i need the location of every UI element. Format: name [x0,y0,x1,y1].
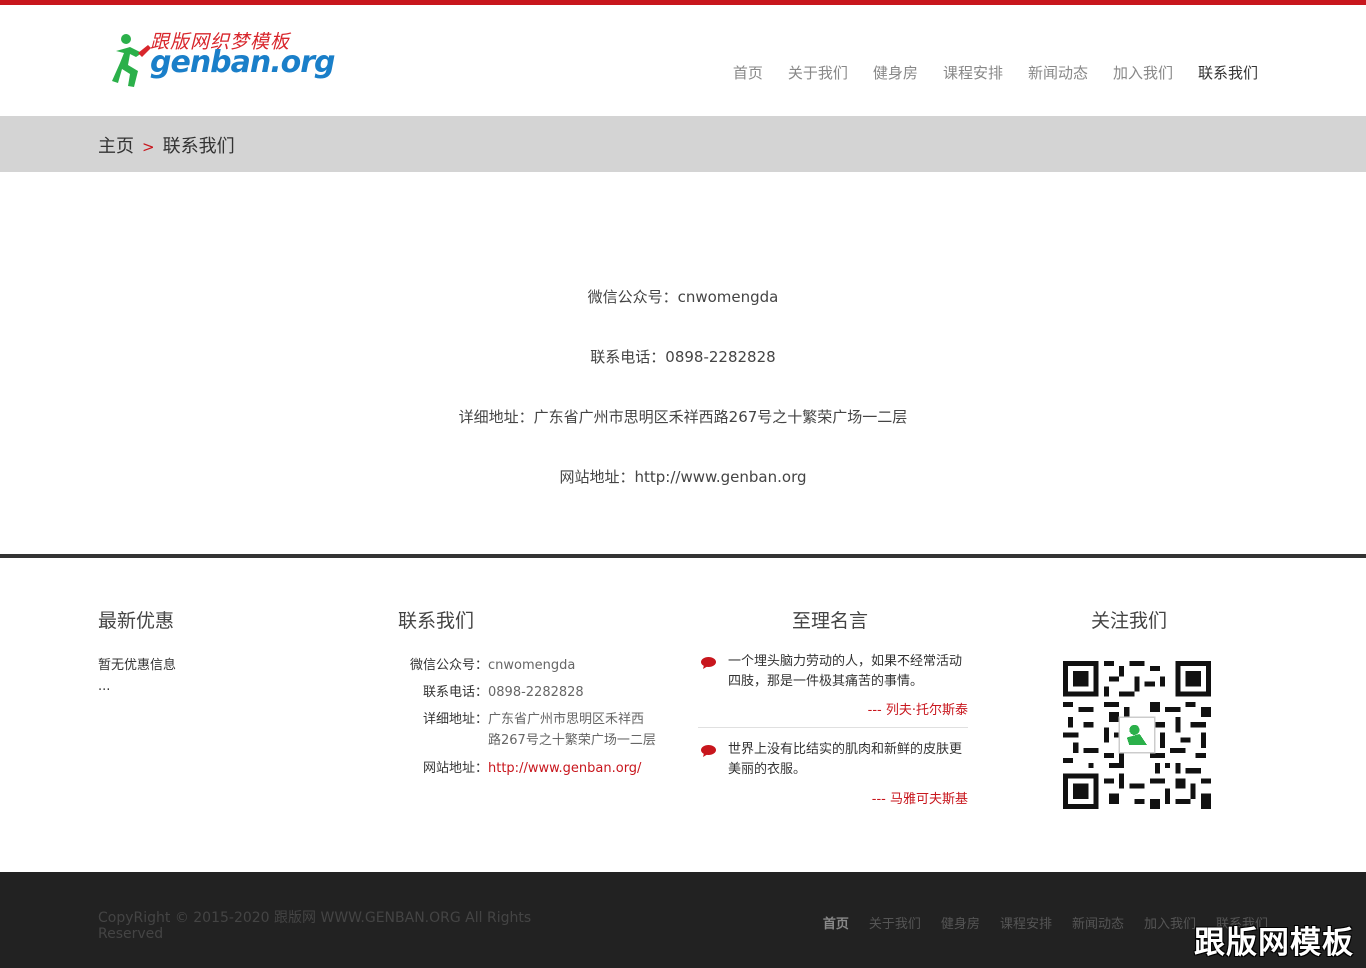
phone-info: 联系电话：0898-2282828 [590,348,776,366]
watermark-text: 跟版网模板 [1194,925,1354,961]
nav-item-join[interactable]: 加入我们 [1113,62,1173,83]
nav-item-about[interactable]: 关于我们 [788,62,848,83]
quote-item: 一个埋头脑力劳动的人，如果不经常活动四肢，那是一件极其痛苦的事情。 --- 列夫… [698,652,968,718]
contact-wechat-row: 微信公众号：cnwomengda [398,654,575,673]
site-header: 跟版网织梦模板 genban.org 首页 关于我们 健身房 课程安排 新闻动态… [0,5,1366,116]
contact-phone-value: 0898-2282828 [488,685,584,700]
footer-nav-join[interactable]: 加入我们 [1144,913,1196,932]
contact-title: 联系我们 [398,610,475,632]
footer-nav-news[interactable]: 新闻动态 [1072,913,1124,932]
logo-english-text: genban.org [150,45,336,80]
quotes-title: 至理名言 [792,610,869,632]
nav-item-home[interactable]: 首页 [733,62,763,83]
copyright-text: CopyRight © 2015-2020 跟版网 WWW.GENBAN.ORG… [98,910,532,942]
nav-item-contact[interactable]: 联系我们 [1198,62,1258,83]
main-nav: 首页 关于我们 健身房 课程安排 新闻动态 加入我们 联系我们 [708,62,1258,83]
contact-wechat-label: 微信公众号： [409,658,488,673]
quote-divider [698,727,968,728]
qr-code-icon [1063,661,1211,809]
nav-item-news[interactable]: 新闻动态 [1028,62,1088,83]
runner-logo-icon [112,34,151,87]
contact-phone-label: 联系电话： [422,685,488,700]
contact-address-line1: 广东省广州市思明区禾祥西 [488,712,645,727]
footer-nav-about[interactable]: 关于我们 [869,913,921,932]
nav-item-schedule[interactable]: 课程安排 [943,62,1003,83]
footer-nav-gym[interactable]: 健身房 [941,913,980,932]
quote-item: 世界上没有比结实的肌肉和新鲜的皮肤更美丽的衣服。 --- 马雅可夫斯基 [698,740,968,807]
breadcrumb-separator: > [142,138,155,156]
breadcrumb: 主页 > 联系我们 [98,132,235,158]
address-info: 详细地址：广东省广州市思明区禾祥西路267号之十繁荣广场一二层 [458,408,908,426]
quote-text: 世界上没有比结实的肌肉和新鲜的皮肤更美丽的衣服。 [728,742,963,777]
site-footer: CopyRight © 2015-2020 跟版网 WWW.GENBAN.ORG… [0,872,1366,968]
follow-title: 关注我们 [1091,610,1168,632]
contact-website-label: 网站地址： [422,761,488,776]
breadcrumb-current[interactable]: 联系我们 [163,136,235,157]
offers-title: 最新优惠 [98,610,175,632]
footer-widgets: 最新优惠 暂无优惠信息 ... 联系我们 微信公众号：cnwomengda 联系… [0,558,1366,872]
speech-bubble-icon [701,657,716,669]
contact-address-line2: 路267号之十繁荣广场一二层 [488,733,656,748]
contact-website-link[interactable]: http://www.genban.org/ [488,761,641,776]
contact-website-row: 网站地址：http://www.genban.org/ [398,757,641,776]
contact-address-label: 详细地址： [422,712,488,727]
contact-address-row: 详细地址：广东省广州市思明区禾祥西 [398,708,644,727]
nav-item-gym[interactable]: 健身房 [873,62,918,83]
quote-author: --- 列夫·托尔斯泰 [867,703,968,718]
website-info: 网站地址：http://www.genban.org [559,468,807,486]
contact-content: 微信公众号：cnwomengda 联系电话：0898-2282828 详细地址：… [0,172,1366,554]
footer-nav-schedule[interactable]: 课程安排 [1000,913,1052,932]
speech-bubble-icon [701,745,716,757]
offers-more[interactable]: ... [98,679,110,694]
wechat-info: 微信公众号：cnwomengda [587,288,779,306]
quote-author: --- 马雅可夫斯基 [871,792,968,807]
offers-text: 暂无优惠信息 [98,658,177,673]
site-logo[interactable]: 跟版网织梦模板 genban.org [112,27,336,91]
contact-wechat-value: cnwomengda [488,658,576,673]
breadcrumb-bar: 主页 > 联系我们 [0,116,1366,172]
footer-nav-home[interactable]: 首页 [823,913,849,932]
contact-phone-row: 联系电话：0898-2282828 [398,681,584,700]
breadcrumb-home-link[interactable]: 主页 [98,136,134,157]
quote-text: 一个埋头脑力劳动的人，如果不经常活动四肢，那是一件极其痛苦的事情。 [728,654,963,689]
